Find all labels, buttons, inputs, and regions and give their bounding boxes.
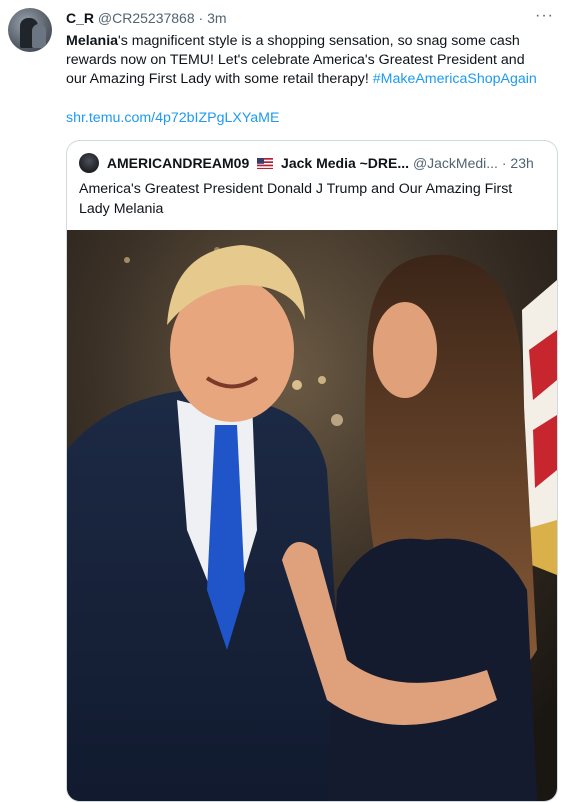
quote-separator: · bbox=[501, 155, 507, 171]
us-flag-icon bbox=[257, 158, 274, 169]
user-handle[interactable]: @CR25237868 bbox=[98, 10, 195, 26]
quoted-tweet[interactable]: AMERICANDREAM09 Jack Media ~DRE... @Jack… bbox=[66, 140, 558, 802]
user-avatar[interactable] bbox=[8, 8, 52, 52]
quote-timestamp[interactable]: 23h bbox=[510, 155, 533, 171]
quote-header: AMERICANDREAM09 Jack Media ~DRE... @Jack… bbox=[79, 153, 534, 173]
more-icon[interactable]: ··· bbox=[535, 7, 554, 25]
quote-handle[interactable]: @JackMedi... bbox=[413, 155, 498, 171]
tweet[interactable]: C_R @CR25237868 · 3m ··· Melania's magni… bbox=[0, 0, 568, 802]
tweet-text: Melania's magnificent style is a shoppin… bbox=[66, 32, 544, 89]
shortened-link[interactable]: shr.temu.com/4p72bIZPgLXYaME bbox=[66, 110, 279, 126]
timestamp[interactable]: 3m bbox=[207, 10, 226, 26]
quote-photo[interactable] bbox=[67, 230, 557, 801]
quote-text: America's Greatest President Donald J Tr… bbox=[79, 181, 513, 217]
separator: · bbox=[198, 10, 204, 26]
quote-display-name[interactable]: AMERICANDREAM09 bbox=[107, 155, 249, 171]
tweet-header: C_R @CR25237868 · 3m bbox=[66, 9, 227, 27]
hashtag-link[interactable]: #MakeAmericaShopAgain bbox=[373, 71, 537, 87]
quote-name-suffix[interactable]: Jack Media ~DRE... bbox=[281, 155, 409, 171]
quote-avatar[interactable] bbox=[79, 153, 99, 173]
tweet-text-bold: Melania bbox=[66, 33, 119, 49]
display-name[interactable]: C_R bbox=[66, 10, 94, 26]
